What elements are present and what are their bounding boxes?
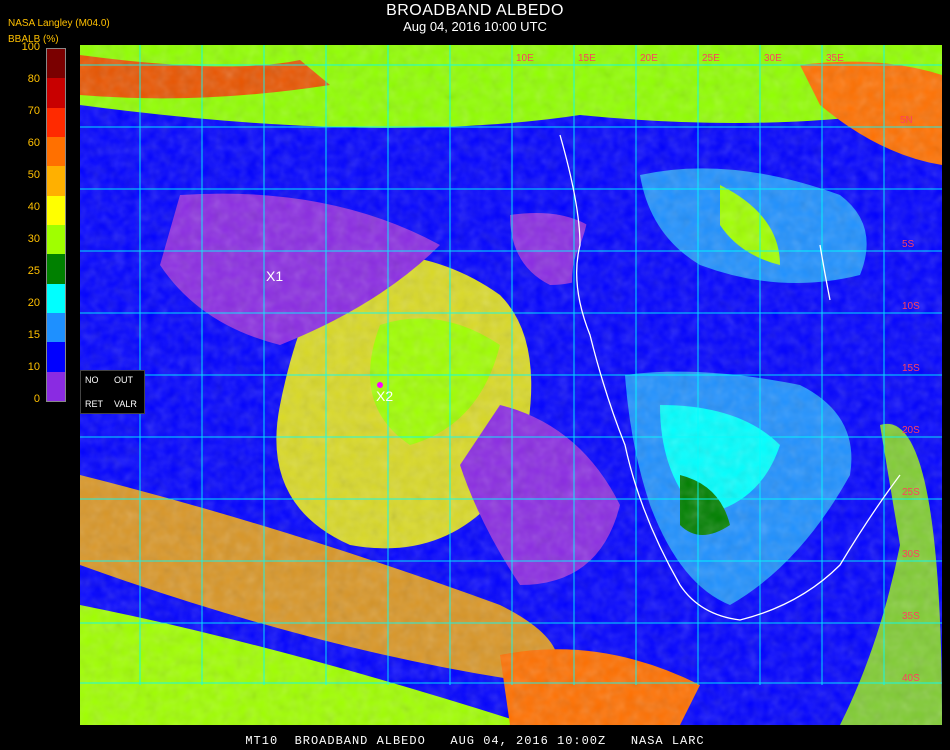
- key-ret: RET: [85, 399, 103, 409]
- legend-tick-label: 70: [27, 105, 40, 117]
- grid-label-25e: 25E: [702, 53, 720, 64]
- legend-swatch: [47, 225, 65, 255]
- grid-label-35e: 35E: [826, 53, 844, 64]
- grid-label-15s: 15S: [902, 363, 920, 374]
- key-out: OUT: [114, 375, 133, 385]
- grid-label-5n: 5N: [900, 115, 913, 126]
- legend-tick-label: 20: [27, 297, 40, 309]
- footer-caption: MT10 BROADBAND ALBEDO AUG 04, 2016 10:00…: [245, 734, 705, 748]
- grid-label-5s: 5S: [902, 239, 915, 250]
- legend-swatch: [47, 137, 65, 167]
- quality-key-box: NO OUT RET VALR: [80, 370, 145, 414]
- legend-tick-label: 15: [27, 329, 40, 341]
- agency-label: NASA Langley (M04.0): [8, 18, 110, 29]
- legend-swatch: [47, 371, 65, 402]
- grid-label-35s: 35S: [902, 611, 920, 622]
- marker-x2-label: X2: [376, 388, 393, 404]
- legend-swatch: [47, 107, 65, 138]
- color-legend: [46, 48, 66, 402]
- marker-x1-label: X1: [266, 268, 283, 284]
- legend-tick-label: 40: [27, 201, 40, 213]
- grid-label-30s: 30S: [902, 549, 920, 560]
- grid-label-10s: 10S: [902, 301, 920, 312]
- legend-tick-label: 10: [27, 361, 40, 373]
- key-no: NO: [85, 375, 99, 385]
- grid-label-15e: 15E: [578, 53, 596, 64]
- grid-label-30e: 30E: [764, 53, 782, 64]
- legend-tick-label: 0: [33, 393, 40, 405]
- grid-label-20s: 20S: [902, 425, 920, 436]
- legend-swatch: [47, 195, 65, 226]
- legend-tick-label: 60: [27, 137, 40, 149]
- legend-swatch: [47, 313, 65, 343]
- legend-tick-label: 80: [27, 73, 40, 85]
- grid-label-40s: 40S: [902, 673, 920, 684]
- legend-tick-label: 50: [27, 169, 40, 181]
- grid-label-10e: 10E: [516, 53, 534, 64]
- legend-tick-label: 30: [27, 233, 40, 245]
- map-datetime: Aug 04, 2016 10:00 UTC: [403, 19, 547, 34]
- albedo-map: 10E 15E 20E 25E 30E 35E 5N 5S 10S 15S 20…: [80, 45, 942, 725]
- map-title: BROADBAND ALBEDO: [386, 2, 564, 19]
- grid-label-25s: 25S: [902, 487, 920, 498]
- legend-tick-label: 100: [21, 41, 40, 53]
- legend-swatch: [47, 166, 65, 197]
- legend-swatch: [47, 254, 65, 285]
- legend-swatch: [47, 342, 65, 373]
- legend-tick-label: 25: [27, 265, 40, 277]
- legend-swatch: [47, 49, 65, 79]
- grid-label-20e: 20E: [640, 53, 658, 64]
- key-valr: VALR: [114, 399, 137, 409]
- legend-swatch: [47, 283, 65, 314]
- legend-swatch: [47, 78, 65, 109]
